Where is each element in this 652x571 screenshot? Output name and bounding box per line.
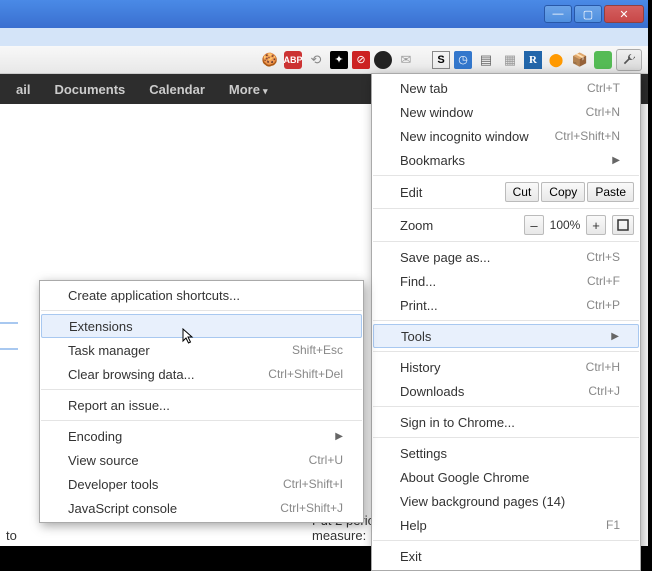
- to-label: to: [6, 528, 17, 543]
- menu-extensions[interactable]: Extensions: [41, 314, 362, 338]
- menu-new-window[interactable]: New windowCtrl+N: [372, 100, 640, 124]
- menu-separator: [373, 241, 639, 242]
- drop-icon[interactable]: ⬤: [546, 50, 566, 70]
- menu-incognito[interactable]: New incognito windowCtrl+Shift+N: [372, 124, 640, 148]
- gbar-mail[interactable]: ail: [4, 82, 42, 97]
- menu-separator: [373, 208, 639, 209]
- wrench-menu: New tabCtrl+T New windowCtrl+N New incog…: [371, 73, 641, 571]
- menu-view-source[interactable]: View sourceCtrl+U: [40, 448, 363, 472]
- menu-separator: [41, 420, 362, 421]
- menu-devtools[interactable]: Developer toolsCtrl+Shift+I: [40, 472, 363, 496]
- menu-history[interactable]: HistoryCtrl+H: [372, 355, 640, 379]
- gbar-more[interactable]: More: [217, 82, 280, 97]
- tools-submenu: Create application shortcuts... Extensio…: [39, 280, 364, 523]
- menu-downloads[interactable]: DownloadsCtrl+J: [372, 379, 640, 403]
- r-icon[interactable]: R: [524, 51, 542, 69]
- maximize-button[interactable]: ▢: [574, 5, 602, 23]
- menu-exit[interactable]: Exit: [372, 544, 640, 568]
- sync-icon[interactable]: ⟲: [306, 50, 326, 70]
- menu-js-console[interactable]: JavaScript consoleCtrl+Shift+J: [40, 496, 363, 520]
- menu-task-manager[interactable]: Task managerShift+Esc: [40, 338, 363, 362]
- menu-edit-row: Edit Cut Copy Paste: [372, 179, 640, 205]
- menu-help[interactable]: HelpF1: [372, 513, 640, 537]
- menu-tools[interactable]: Tools▶: [373, 324, 639, 348]
- menu-print[interactable]: Print...Ctrl+P: [372, 293, 640, 317]
- paste-button[interactable]: Paste: [587, 182, 634, 202]
- copy-button[interactable]: Copy: [541, 182, 585, 202]
- cookie-icon[interactable]: 🍪: [260, 50, 280, 70]
- zoom-in-button[interactable]: +: [586, 215, 606, 235]
- menu-encoding[interactable]: Encoding▶: [40, 424, 363, 448]
- fullscreen-button[interactable]: [612, 215, 634, 235]
- titlebar: — ▢ ✕: [0, 0, 648, 28]
- menu-bookmarks[interactable]: Bookmarks▶: [372, 148, 640, 172]
- s-icon[interactable]: S: [432, 51, 450, 69]
- wrench-menu-button[interactable]: [616, 49, 642, 71]
- menu-find[interactable]: Find...Ctrl+F: [372, 269, 640, 293]
- doc-icon[interactable]: ▤: [476, 50, 496, 70]
- menu-separator: [373, 175, 639, 176]
- clock-icon[interactable]: ◷: [454, 51, 472, 69]
- gbar-calendar[interactable]: Calendar: [137, 82, 217, 97]
- menu-settings[interactable]: Settings: [372, 441, 640, 465]
- tab-strip: [0, 28, 648, 46]
- close-button[interactable]: ✕: [604, 5, 644, 23]
- menu-about[interactable]: About Google Chrome: [372, 465, 640, 489]
- minimize-button[interactable]: —: [544, 5, 572, 23]
- zoom-value: 100%: [544, 218, 586, 232]
- menu-bgpages[interactable]: View background pages (14): [372, 489, 640, 513]
- field-line: [0, 348, 18, 350]
- adblock-icon[interactable]: ABP: [284, 51, 302, 69]
- browser-toolbar: 🍪 ABP ⟲ ✦ ⊘ ✉ S ◷ ▤ ▦ R ⬤ 📦: [0, 46, 648, 74]
- cut-button[interactable]: Cut: [505, 182, 540, 202]
- menu-separator: [41, 389, 362, 390]
- menu-app-shortcuts[interactable]: Create application shortcuts...: [40, 283, 363, 307]
- gbar-documents[interactable]: Documents: [42, 82, 137, 97]
- menu-separator: [373, 437, 639, 438]
- menu-new-tab[interactable]: New tabCtrl+T: [372, 76, 640, 100]
- flag-icon[interactable]: ▦: [500, 50, 520, 70]
- menu-separator: [373, 540, 639, 541]
- mail-icon[interactable]: ✉: [396, 50, 416, 70]
- wrench-icon: [622, 53, 636, 67]
- edit-label: Edit: [400, 185, 503, 200]
- menu-report-issue[interactable]: Report an issue...: [40, 393, 363, 417]
- swirl-icon[interactable]: [374, 51, 392, 69]
- menu-separator: [373, 320, 639, 321]
- zoom-label: Zoom: [400, 218, 524, 233]
- menu-separator: [373, 351, 639, 352]
- green-icon[interactable]: [594, 51, 612, 69]
- menu-save-page[interactable]: Save page as...Ctrl+S: [372, 245, 640, 269]
- menu-separator: [373, 406, 639, 407]
- menu-separator: [41, 310, 362, 311]
- zoom-out-button[interactable]: –: [524, 215, 544, 235]
- box-icon[interactable]: 📦: [570, 50, 590, 70]
- menu-clear-data[interactable]: Clear browsing data...Ctrl+Shift+Del: [40, 362, 363, 386]
- field-line: [0, 322, 18, 324]
- menu-signin[interactable]: Sign in to Chrome...: [372, 410, 640, 434]
- block-icon[interactable]: ⊘: [352, 51, 370, 69]
- menu-zoom-row: Zoom – 100% +: [372, 212, 640, 238]
- star-icon[interactable]: ✦: [330, 51, 348, 69]
